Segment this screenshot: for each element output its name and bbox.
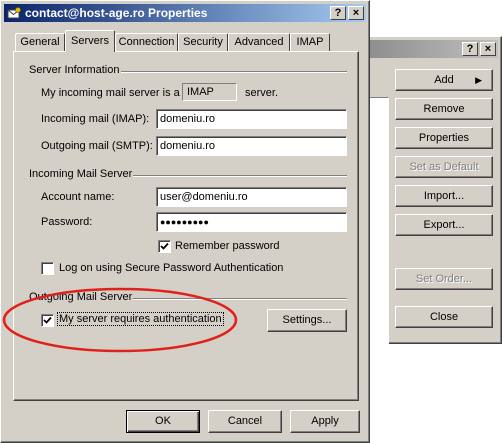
dialog-title: contact@host-age.ro Properties (25, 6, 208, 20)
dialog-close-button[interactable]: × (348, 6, 364, 20)
tab-connection[interactable]: Connection (115, 33, 178, 51)
checkmark-icon (160, 242, 169, 250)
set-default-button[interactable]: Set as Default (395, 156, 493, 178)
tab-servers[interactable]: Servers (65, 30, 115, 52)
add-button-label: Add (434, 74, 454, 86)
spa-label[interactable]: Log on using Secure Password Authenticat… (59, 262, 283, 274)
accounts-close-button[interactable]: × (480, 42, 496, 56)
incoming-mail-field[interactable]: domeniu.ro (156, 109, 347, 129)
ok-button[interactable]: OK (126, 410, 200, 433)
server-type-value: IMAP (182, 83, 237, 101)
accounts-help-button[interactable]: ? (462, 42, 478, 56)
incoming-server-divider (133, 175, 347, 177)
account-name-label: Account name: (41, 191, 115, 203)
incoming-server-type-suffix: server. (245, 87, 279, 99)
outgoing-mail-label: Outgoing mail (SMTP): (41, 140, 153, 152)
account-name-field[interactable]: user@domeniu.ro (156, 187, 347, 207)
settings-button[interactable]: Settings... (267, 309, 347, 332)
remove-button[interactable]: Remove (395, 98, 493, 120)
mail-account-icon (7, 7, 21, 19)
incoming-server-type-prefix: My incoming mail server is a (41, 87, 180, 99)
arrow-right-icon: ▶ (475, 75, 482, 85)
add-button[interactable]: Add ▶ (395, 69, 493, 91)
close-button[interactable]: Close (395, 306, 493, 328)
server-info-heading: Server Information (29, 64, 120, 76)
properties-dialog: contact@host-age.ro Properties ? × Gener… (0, 0, 370, 443)
tab-imap[interactable]: IMAP (290, 33, 330, 51)
tab-security[interactable]: Security (178, 33, 228, 51)
highlight-ellipse (2, 287, 238, 353)
cancel-button[interactable]: Cancel (208, 410, 282, 433)
export-button[interactable]: Export... (395, 214, 493, 236)
apply-button[interactable]: Apply (290, 410, 360, 433)
tab-advanced[interactable]: Advanced (228, 33, 290, 51)
import-button[interactable]: Import... (395, 185, 493, 207)
incoming-server-heading: Incoming Mail Server (29, 168, 133, 180)
remember-password-label[interactable]: Remember password (175, 240, 280, 252)
dialog-help-button[interactable]: ? (330, 6, 346, 20)
set-order-button[interactable]: Set Order... (395, 268, 493, 290)
dialog-titlebar: contact@host-age.ro Properties ? × (4, 4, 366, 22)
password-label: Password: (41, 216, 93, 228)
outgoing-mail-field[interactable]: domeniu.ro (156, 136, 347, 156)
server-info-divider (121, 71, 347, 73)
properties-button[interactable]: Properties (395, 127, 493, 149)
tab-general[interactable]: General (15, 33, 65, 51)
remember-password-checkbox[interactable] (158, 240, 171, 253)
password-field[interactable]: ●●●●●●●●● (156, 212, 347, 232)
incoming-mail-label: Incoming mail (IMAP): (41, 113, 150, 125)
accounts-list[interactable] (367, 97, 389, 363)
spa-checkbox[interactable] (41, 262, 54, 275)
